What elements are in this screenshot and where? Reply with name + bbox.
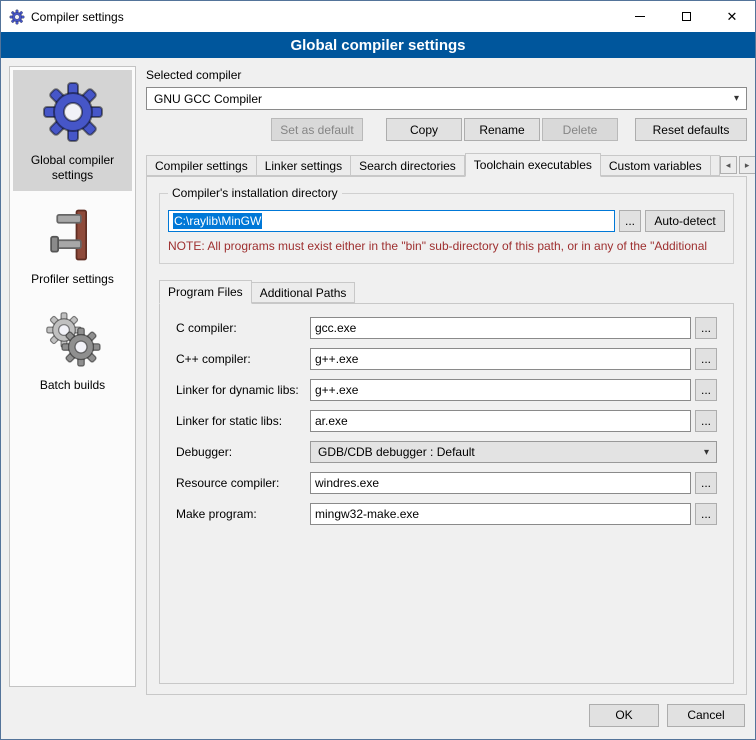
browse-button[interactable]: ... — [695, 379, 717, 401]
field-label: Linker for dynamic libs: — [176, 383, 310, 397]
sidebar-item-global-compiler-settings[interactable]: Global compiler settings — [13, 70, 132, 191]
tab-build-options[interactable]: Build — [711, 155, 720, 176]
subtab-program-files[interactable]: Program Files — [159, 280, 252, 304]
tab-custom-variables[interactable]: Custom variables — [601, 155, 711, 176]
cancel-button[interactable]: Cancel — [667, 704, 745, 727]
install-dir-value: C:\raylib\MinGW — [173, 213, 262, 229]
tab-search-directories[interactable]: Search directories — [351, 155, 465, 176]
blue-gear-icon — [41, 80, 105, 144]
minimize-icon — [635, 16, 645, 17]
minimize-button[interactable] — [617, 1, 663, 32]
install-dir-browse-button[interactable]: ... — [619, 210, 641, 232]
sidebar-item-label: Profiler settings — [31, 272, 114, 287]
window-controls: ✕ — [617, 1, 755, 32]
chevron-down-icon: ▾ — [704, 447, 709, 458]
sidebar-item-profiler-settings[interactable]: Profiler settings — [13, 197, 132, 295]
resource-compiler-row: Resource compiler: ... — [176, 472, 717, 494]
static-linker-input[interactable] — [310, 410, 691, 432]
install-dir-groupbox: Compiler's installation directory C:\ray… — [159, 193, 734, 264]
static-linker-row: Linker for static libs: ... — [176, 410, 717, 432]
resource-compiler-input[interactable] — [310, 472, 691, 494]
selected-compiler-label: Selected compiler — [146, 68, 747, 82]
chevron-down-icon: ▾ — [734, 93, 739, 104]
dialog-header: Global compiler settings — [1, 32, 755, 58]
toolchain-executables-panel: Compiler's installation directory C:\ray… — [146, 176, 747, 695]
cpp-compiler-input[interactable] — [310, 348, 691, 370]
profiler-clamp-icon — [45, 207, 101, 263]
settings-tab-bar: Compiler settings Linker settings Search… — [146, 153, 747, 176]
tab-linker-settings[interactable]: Linker settings — [257, 155, 351, 176]
compiler-combobox-value: GNU GCC Compiler — [154, 92, 262, 106]
install-dir-input[interactable]: C:\raylib\MinGW — [168, 210, 615, 232]
compiler-settings-window: Compiler settings ✕ Global compiler sett… — [0, 0, 756, 740]
settings-sidebar: Global compiler settings Profiler settin… — [9, 66, 136, 687]
make-program-row: Make program: ... — [176, 503, 717, 525]
install-dir-note: NOTE: All programs must exist either in … — [168, 239, 725, 253]
field-label: Make program: — [176, 507, 310, 521]
delete-button[interactable]: Delete — [542, 118, 618, 141]
sidebar-item-label: Global compiler settings — [17, 153, 128, 183]
maximize-button[interactable] — [663, 1, 709, 32]
browse-button[interactable]: ... — [695, 317, 717, 339]
cpp-compiler-row: C++ compiler: ... — [176, 348, 717, 370]
field-label: C++ compiler: — [176, 352, 310, 366]
c-compiler-row: C compiler: ... — [176, 317, 717, 339]
program-files-panel: C compiler: ... C++ compiler: ... — [159, 303, 734, 684]
set-as-default-button[interactable]: Set as default — [271, 118, 363, 141]
field-label: C compiler: — [176, 321, 310, 335]
sidebar-item-batch-builds[interactable]: Batch builds — [13, 301, 132, 401]
titlebar: Compiler settings ✕ — [1, 1, 755, 32]
autodetect-button[interactable]: Auto-detect — [645, 210, 725, 232]
field-label: Debugger: — [176, 445, 310, 459]
tab-scroll-arrows: ◂ ▸ — [720, 156, 756, 176]
dialog-footer: OK Cancel — [1, 699, 755, 739]
program-files-tab-bar: Program Files Additional Paths — [159, 280, 734, 303]
compiler-actions-row: Set as default Copy Rename Delete Reset … — [146, 118, 747, 141]
dialog-content: Global compiler settings Profiler settin… — [1, 58, 755, 699]
debugger-combobox-value: GDB/CDB debugger : Default — [318, 445, 475, 459]
app-icon — [9, 9, 25, 25]
rename-button[interactable]: Rename — [464, 118, 540, 141]
field-label: Resource compiler: — [176, 476, 310, 490]
copy-button[interactable]: Copy — [386, 118, 462, 141]
tab-toolchain-executables[interactable]: Toolchain executables — [465, 153, 601, 177]
install-dir-row: C:\raylib\MinGW ... Auto-detect — [168, 210, 725, 232]
dynamic-linker-row: Linker for dynamic libs: ... — [176, 379, 717, 401]
close-icon: ✕ — [727, 10, 738, 23]
gray-gears-icon — [43, 311, 103, 369]
make-program-input[interactable] — [310, 503, 691, 525]
field-label: Linker for static libs: — [176, 414, 310, 428]
compiler-combobox[interactable]: GNU GCC Compiler ▾ — [146, 87, 747, 110]
tab-compiler-settings[interactable]: Compiler settings — [146, 155, 257, 176]
subtab-additional-paths[interactable]: Additional Paths — [252, 282, 356, 303]
ok-button[interactable]: OK — [589, 704, 659, 727]
main-panel: Selected compiler GNU GCC Compiler ▾ Set… — [146, 66, 747, 695]
c-compiler-input[interactable] — [310, 317, 691, 339]
tab-scroll-left-button[interactable]: ◂ — [720, 156, 737, 174]
browse-button[interactable]: ... — [695, 472, 717, 494]
maximize-icon — [682, 12, 691, 21]
install-dir-group-label: Compiler's installation directory — [168, 186, 342, 200]
tab-scroll-right-button[interactable]: ▸ — [739, 156, 756, 174]
debugger-row: Debugger: GDB/CDB debugger : Default ▾ — [176, 441, 717, 463]
browse-button[interactable]: ... — [695, 503, 717, 525]
browse-button[interactable]: ... — [695, 410, 717, 432]
browse-button[interactable]: ... — [695, 348, 717, 370]
reset-defaults-button[interactable]: Reset defaults — [635, 118, 747, 141]
close-button[interactable]: ✕ — [709, 1, 755, 32]
debugger-combobox[interactable]: GDB/CDB debugger : Default ▾ — [310, 441, 717, 463]
sidebar-item-label: Batch builds — [40, 378, 105, 393]
dynamic-linker-input[interactable] — [310, 379, 691, 401]
window-title: Compiler settings — [31, 10, 124, 24]
